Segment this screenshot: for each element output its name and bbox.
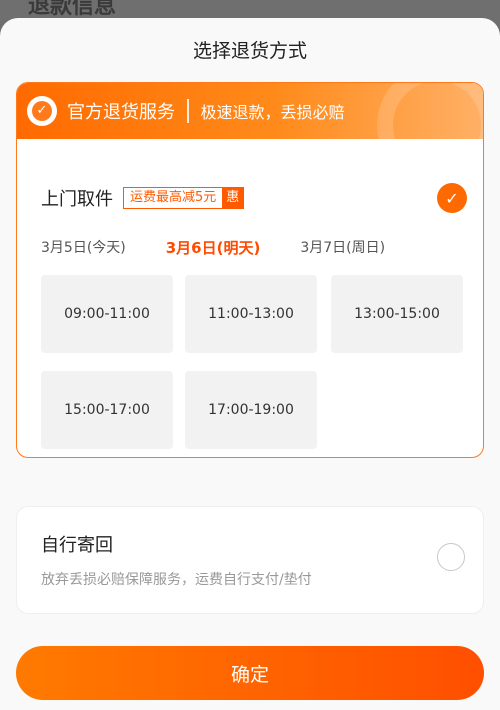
date-tab-sunday[interactable]: 3月7日(周日): [300, 237, 385, 258]
pickup-selected-check-icon[interactable]: ✓: [437, 183, 467, 213]
shield-badge-icon: ✓: [27, 96, 57, 126]
self-return-title: 自行寄回: [41, 535, 113, 556]
official-service-banner: ✓ 官方退货服务 极速退款，丢损必赔: [17, 83, 483, 139]
date-tabs: 3月5日(今天) 3月6日(明天) 3月7日(周日): [41, 237, 385, 258]
promo-text: 运费最高减5元: [124, 188, 223, 208]
time-slot[interactable]: 13:00-15:00: [331, 275, 463, 353]
self-return-option-card[interactable]: 自行寄回 放弃丢损必赔保障服务，运费自行支付/垫付: [16, 506, 484, 614]
pickup-title: 上门取件: [41, 189, 113, 210]
self-return-radio[interactable]: [437, 543, 465, 571]
promo-tag: 惠: [222, 188, 244, 208]
return-method-sheet: 选择退货方式 ✓ 官方退货服务 极速退款，丢损必赔 上门取件 运费最高减5元 惠…: [0, 18, 500, 710]
banner-decoration: [377, 83, 483, 139]
date-tab-tomorrow[interactable]: 3月6日(明天): [166, 237, 261, 258]
time-slot[interactable]: 11:00-13:00: [185, 275, 317, 353]
official-service-desc: 极速退款，丢损必赔: [200, 103, 345, 122]
time-slot[interactable]: 17:00-19:00: [185, 371, 317, 449]
confirm-button[interactable]: 确定: [16, 646, 484, 700]
official-service-name: 官方退货服务: [67, 102, 175, 123]
self-return-desc: 放弃丢损必赔保障服务，运费自行支付/垫付: [41, 572, 312, 588]
background-page-title: 退款信息: [28, 0, 117, 19]
time-slot[interactable]: 09:00-11:00: [41, 275, 173, 353]
divider: [187, 99, 189, 123]
date-tab-today[interactable]: 3月5日(今天): [41, 237, 126, 258]
shipping-discount-badge: 运费最高减5元 惠: [123, 187, 245, 209]
pickup-header: 上门取件 运费最高减5元 惠: [41, 185, 245, 211]
time-slot[interactable]: 15:00-17:00: [41, 371, 173, 449]
pickup-option-card[interactable]: ✓ 官方退货服务 极速退款，丢损必赔 上门取件 运费最高减5元 惠 ✓ 3月5日…: [16, 82, 484, 458]
sheet-title: 选择退货方式: [192, 40, 307, 62]
